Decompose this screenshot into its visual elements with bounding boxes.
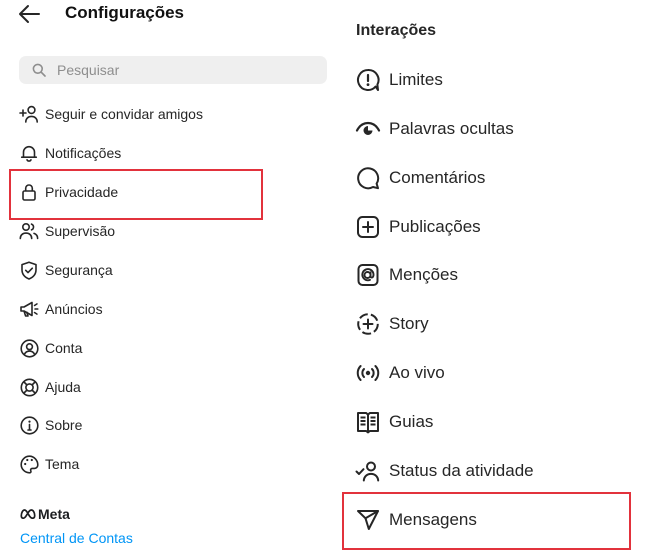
menu-item-follow-invite[interactable]: Seguir e convidar amigos [18,101,203,127]
menu-item-notifications[interactable]: Notificações [18,140,121,166]
search-bar[interactable] [19,56,327,84]
exclamation-circle-icon [355,67,381,93]
interaction-item-live[interactable]: Ao vivo [355,357,445,389]
interaction-item-story[interactable]: Story [355,308,429,340]
interaction-item-label: Menções [389,265,458,284]
menu-item-label: Supervisão [45,223,116,239]
plus-square-icon [355,214,381,240]
interaction-item-label: Story [389,314,429,333]
live-broadcast-icon [355,360,381,386]
interaction-item-mentions[interactable]: Menções [355,259,458,291]
menu-item-theme[interactable]: Tema [18,451,79,477]
menu-item-label: Seguir e convidar amigos [45,106,203,122]
at-sign-icon [355,262,381,288]
interaction-item-hidden-words[interactable]: Palavras ocultas [355,113,514,145]
messages-highlight-box [342,492,631,550]
menu-item-label: Tema [45,456,80,472]
guide-book-icon [355,409,381,435]
menu-item-label: Segurança [45,262,113,278]
story-add-icon [355,311,381,337]
interaction-item-limits[interactable]: Limites [355,64,443,96]
shield-check-icon [18,260,40,280]
palette-icon [18,454,40,474]
back-arrow-icon[interactable] [18,4,42,24]
menu-item-about[interactable]: Sobre [18,412,82,438]
meta-label: Meta [38,506,70,522]
interaction-item-label: Comentários [389,168,486,187]
privacy-highlight-box [9,169,263,220]
comment-bubble-icon [355,165,381,191]
interaction-item-comments[interactable]: Comentários [355,162,485,194]
menu-item-security[interactable]: Segurança [18,257,113,283]
meta-logo-icon [20,509,36,519]
interaction-item-label: Palavras ocultas [389,119,514,138]
search-icon [32,63,46,77]
menu-item-label: Conta [45,340,83,356]
person-circle-icon [18,338,40,358]
interaction-item-label: Ao vivo [389,363,445,382]
activity-status-icon [355,458,381,484]
interactions-heading: Interações [356,22,437,39]
search-input[interactable] [57,56,317,84]
menu-item-label: Ajuda [45,379,81,395]
bell-icon [18,143,40,163]
menu-item-ads[interactable]: Anúncios [18,296,103,322]
interaction-item-guides[interactable]: Guias [355,406,433,438]
menu-item-supervision[interactable]: Supervisão [18,218,115,244]
menu-item-label: Sobre [45,417,83,433]
interaction-item-activity-status[interactable]: Status da atividade [355,455,534,487]
people-icon [18,221,40,241]
interaction-item-label: Limites [389,70,443,89]
menu-item-help[interactable]: Ajuda [18,374,81,400]
add-person-icon [18,104,40,124]
info-icon [18,415,40,435]
interaction-item-label: Guias [389,412,434,431]
menu-item-label: Notificações [45,145,122,161]
page-title: Configurações [65,3,185,22]
menu-item-account[interactable]: Conta [18,335,82,361]
hidden-eye-icon [355,116,381,142]
interaction-item-label: Publicações [389,217,481,236]
interaction-item-posts[interactable]: Publicações [355,211,481,243]
interaction-item-label: Status da atividade [389,461,534,480]
meta-brand: Meta [20,506,70,522]
menu-item-label: Anúncios [45,301,103,317]
lifebuoy-icon [18,377,40,397]
accounts-center-link[interactable]: Central de Contas [20,530,133,546]
megaphone-icon [18,299,40,319]
